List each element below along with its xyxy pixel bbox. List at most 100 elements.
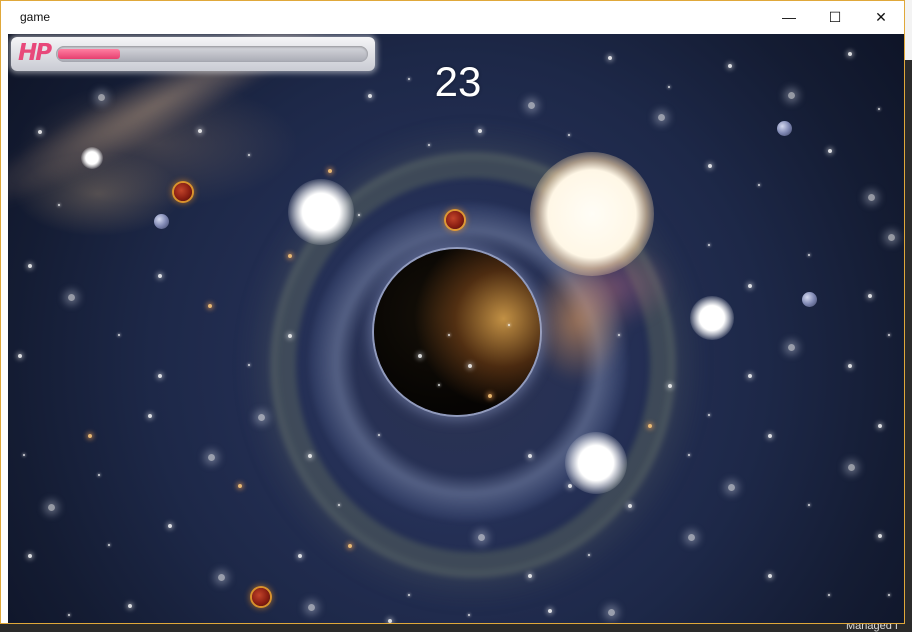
background-star [288,334,292,338]
background-star [708,414,710,416]
background-star [788,344,795,351]
background-star [438,384,440,386]
hp-label: HP [18,40,52,66]
close-button[interactable]: ✕ [858,1,904,33]
background-star [368,94,372,98]
background-star [808,254,810,256]
background-star [868,194,875,201]
fire-meteor-icon [174,183,192,201]
background-star [488,394,492,398]
background-star [848,464,855,471]
background-star [208,304,212,308]
bright-star [288,179,354,245]
background-star [878,424,882,428]
background-star [238,484,242,488]
fire-meteor-icon [252,588,270,606]
background-star [28,264,32,268]
background-star [328,169,332,173]
background-star [218,574,225,581]
background-star [288,254,292,258]
background-star [348,544,352,548]
black-hole [374,249,540,415]
background-star [508,324,510,326]
background-star [528,102,535,109]
background-star [468,364,472,368]
title-bar[interactable]: game — ☐ ✕ [1,1,904,33]
bright-star [690,296,734,340]
background-star [878,534,882,538]
background-star [158,274,162,278]
background-star [708,164,712,168]
background-star [568,134,570,136]
background-star [68,614,70,616]
background-star [298,554,302,558]
background-star [748,284,752,288]
background-star [768,434,772,438]
background-star [208,454,215,461]
maximize-icon: ☐ [828,8,842,25]
background-star [608,609,615,616]
bright-star [530,152,654,276]
background-star [168,524,172,528]
background-star [618,334,620,336]
bright-star [81,147,103,169]
background-star [118,334,120,336]
background-star [888,594,890,596]
game-canvas[interactable]: HP 23 [8,34,904,623]
background-star [608,56,612,60]
background-star [848,52,852,56]
background-star [888,334,890,336]
background-star [58,204,60,206]
score-counter: 23 [434,58,482,105]
rock-asteroid-icon [154,214,169,229]
background-star [808,504,810,506]
background-star [728,484,735,491]
hp-panel: HP [11,37,375,71]
hp-bar [56,46,368,62]
hp-bar-fill [58,49,120,59]
background-star [688,454,690,456]
window-title: game [20,10,51,24]
background-star [98,474,100,476]
background-star [28,554,32,558]
background-star [768,574,772,578]
background-star [388,619,392,623]
maximize-button[interactable]: ☐ [812,1,858,33]
desktop-background [904,0,912,632]
background-star [868,294,872,298]
background-star [338,504,340,506]
background-star [378,434,380,436]
background-star [658,114,665,121]
background-star [108,544,110,546]
background-star [148,414,152,418]
background-star [628,504,632,508]
minimize-button[interactable]: — [766,1,812,33]
background-star [308,454,312,458]
background-star [528,574,532,578]
background-star [358,214,360,216]
background-star [248,364,250,366]
game-window: game — ☐ ✕ HP 23 [0,0,905,624]
background-star [588,554,590,556]
background-star [878,108,880,110]
background-star [248,154,250,156]
background-star [198,129,202,133]
background-star [88,434,92,438]
background-star [748,374,752,378]
rock-asteroid-icon [802,292,817,307]
background-star [48,504,55,511]
fire-meteor-icon [446,211,464,229]
background-star [158,374,162,378]
background-star [688,534,695,541]
close-icon: ✕ [875,8,887,25]
background-star [758,184,760,186]
background-star [528,454,532,458]
background-star [828,594,830,596]
background-star [888,234,895,241]
background-star [448,334,450,336]
background-star [38,130,42,134]
background-star [548,609,552,613]
background-star [648,424,652,428]
background-star [18,354,22,358]
background-star [828,149,832,153]
